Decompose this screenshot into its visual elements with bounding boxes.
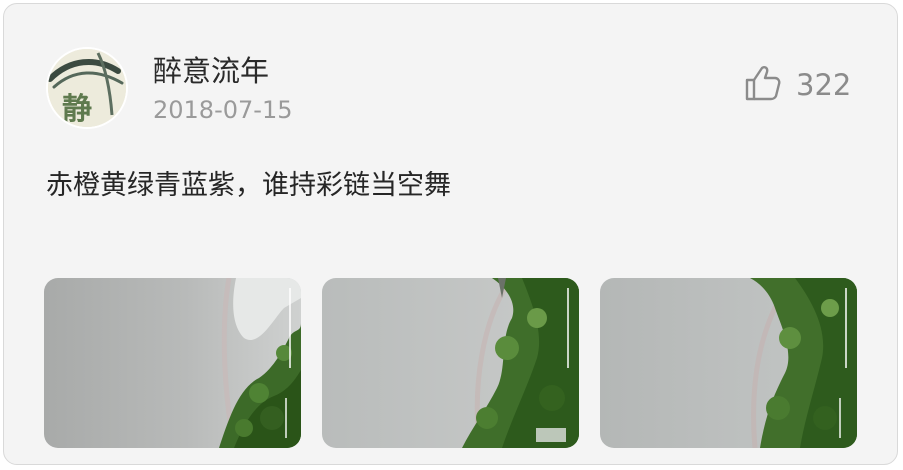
- post-date: 2018-07-15: [153, 96, 293, 124]
- photo-thumbnail-2[interactable]: [322, 278, 579, 448]
- author-name[interactable]: 醉意流年: [153, 54, 269, 88]
- thumbs-up-icon: [744, 64, 782, 106]
- avatar-glyph: 静: [62, 92, 92, 127]
- photo-thumbnail-3[interactable]: [600, 278, 857, 448]
- author-avatar[interactable]: 静: [46, 47, 128, 129]
- photo-thumbnail-1[interactable]: [44, 278, 301, 448]
- like-button[interactable]: 322: [744, 61, 851, 109]
- post-text: 赤橙黄绿青蓝紫，谁持彩链当空舞: [46, 170, 451, 201]
- like-count: 322: [796, 68, 852, 102]
- post-card: 静 醉意流年 2018-07-15 322 赤橙黄绿青蓝紫，谁持彩链当空舞: [3, 3, 898, 465]
